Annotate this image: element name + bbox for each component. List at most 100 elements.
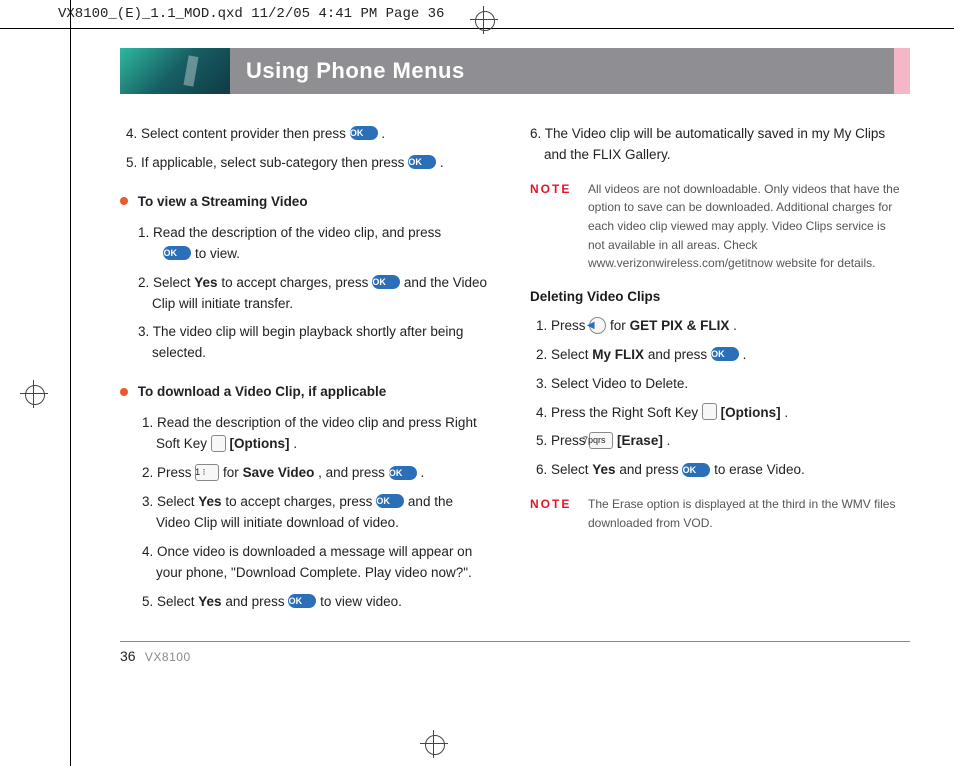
step-a2: 2. Select Yes to accept charges, press O… bbox=[138, 273, 490, 315]
note-label: NOTE bbox=[530, 495, 574, 532]
text: 2. Press bbox=[142, 465, 195, 480]
step-c6: 6. Select Yes and press OK to erase Vide… bbox=[536, 460, 900, 481]
text: to accept charges, press bbox=[225, 494, 376, 509]
ok-icon: OK bbox=[389, 466, 417, 480]
ok-icon: OK bbox=[288, 594, 316, 608]
ok-icon: OK bbox=[350, 126, 378, 140]
step-b2: 2. Press 1 ⁝ for Save Video , and press … bbox=[142, 463, 490, 484]
softkey-icon bbox=[211, 435, 226, 452]
text: 1. Press bbox=[536, 318, 589, 333]
ok-icon: OK bbox=[711, 347, 739, 361]
text: . bbox=[440, 155, 444, 170]
bold-save-video: Save Video bbox=[243, 465, 315, 480]
step-a1: 1. Read the description of the video cli… bbox=[138, 223, 490, 265]
step-6: 6. The Video clip will be automatically … bbox=[530, 124, 900, 166]
text: . bbox=[293, 436, 297, 451]
softkey-icon bbox=[702, 403, 717, 420]
left-column: 4. Select content provider then press OK… bbox=[120, 116, 490, 621]
bold-yes: Yes bbox=[194, 275, 217, 290]
bullet-icon bbox=[120, 197, 128, 205]
bold-yes: Yes bbox=[198, 494, 221, 509]
text: 2. Select bbox=[138, 275, 194, 290]
text: to accept charges, press bbox=[221, 275, 372, 290]
banner-bar: Using Phone Menus bbox=[230, 48, 910, 94]
ok-icon: OK bbox=[163, 246, 191, 260]
right-column: 6. The Video clip will be automatically … bbox=[530, 116, 900, 621]
bold-options: [Options] bbox=[721, 405, 781, 420]
text: and press bbox=[225, 594, 288, 609]
ok-icon: OK bbox=[408, 155, 436, 169]
text: 2. Select bbox=[536, 347, 592, 362]
ok-icon: OK bbox=[682, 463, 710, 477]
text: . bbox=[784, 405, 788, 420]
bold-yes: Yes bbox=[592, 462, 615, 477]
note-2: NOTE The Erase option is displayed at th… bbox=[530, 495, 900, 532]
text: . bbox=[381, 126, 385, 141]
step-c2: 2. Select My FLIX and press OK . bbox=[536, 345, 900, 366]
page-footer: 36 VX8100 bbox=[120, 641, 910, 664]
note-1: NOTE All videos are not downloadable. On… bbox=[530, 180, 900, 273]
step-c1: 1. Press ◀ for GET PIX & FLIX . bbox=[536, 316, 900, 337]
text: to view. bbox=[195, 246, 240, 261]
ok-icon: OK bbox=[372, 275, 400, 289]
step-c5: 5. Press 7pqrs [Erase] . bbox=[536, 431, 900, 452]
registration-mark-left bbox=[20, 380, 48, 408]
bold-my-flix: My FLIX bbox=[592, 347, 644, 362]
step-c3: 3. Select Video to Delete. bbox=[536, 374, 900, 395]
subhead-deleting: Deleting Video Clips bbox=[530, 287, 900, 308]
note-text: All videos are not downloadable. Only vi… bbox=[588, 180, 900, 273]
section-banner: Using Phone Menus bbox=[120, 48, 910, 94]
ok-icon: OK bbox=[376, 494, 404, 508]
text: 4. Select content provider then press bbox=[126, 126, 350, 141]
step-b3: 3. Select Yes to accept charges, press O… bbox=[142, 492, 490, 534]
bold-erase: [Erase] bbox=[617, 433, 663, 448]
step-b1: 1. Read the description of the video cli… bbox=[142, 413, 490, 455]
text: 3. Select bbox=[142, 494, 198, 509]
model-name: VX8100 bbox=[145, 650, 191, 664]
text: . bbox=[743, 347, 747, 362]
bold-get-pix-flix: GET PIX & FLIX bbox=[630, 318, 730, 333]
text: to view video. bbox=[320, 594, 402, 609]
step-b4: 4. Once video is downloaded a message wi… bbox=[142, 542, 490, 584]
tab-marker bbox=[894, 48, 910, 94]
text: . bbox=[420, 465, 424, 480]
nav-left-icon: ◀ bbox=[589, 317, 606, 334]
step-5: 5. If applicable, select sub-category th… bbox=[126, 153, 490, 174]
text: To view a Streaming Video bbox=[138, 194, 308, 209]
text: 5. Select bbox=[142, 594, 198, 609]
step-a3: 3. The video clip will begin playback sh… bbox=[138, 322, 490, 364]
step-b5: 5. Select Yes and press OK to view video… bbox=[142, 592, 490, 613]
subhead-download: To download a Video Clip, if applicable bbox=[120, 382, 490, 403]
text: 4. Press the Right Soft Key bbox=[536, 405, 702, 420]
bullet-icon bbox=[120, 388, 128, 396]
text: 6. Select bbox=[536, 462, 592, 477]
text: to erase Video. bbox=[714, 462, 805, 477]
step-c4: 4. Press the Right Soft Key [Options] . bbox=[536, 403, 900, 424]
registration-mark-top bbox=[470, 6, 498, 34]
note-label: NOTE bbox=[530, 180, 574, 273]
text: 1. Read the description of the video cli… bbox=[138, 225, 441, 240]
page-body: Using Phone Menus 4. Select content prov… bbox=[120, 48, 910, 736]
subhead-streaming: To view a Streaming Video bbox=[120, 192, 490, 213]
text: for bbox=[223, 465, 243, 480]
text: and press bbox=[619, 462, 682, 477]
text: . bbox=[733, 318, 737, 333]
bold-options: [Options] bbox=[230, 436, 290, 451]
banner-photo bbox=[120, 48, 230, 94]
key-7-icon: 7pqrs bbox=[589, 432, 613, 449]
text: 1. Read the description of the video cli… bbox=[142, 415, 477, 451]
text: 5. If applicable, select sub-category th… bbox=[126, 155, 408, 170]
frame-line bbox=[70, 0, 71, 766]
banner-title: Using Phone Menus bbox=[246, 58, 465, 84]
note-text: The Erase option is displayed at the thi… bbox=[588, 495, 900, 532]
text: To download a Video Clip, if applicable bbox=[138, 384, 387, 399]
text: , and press bbox=[318, 465, 389, 480]
text: and press bbox=[648, 347, 711, 362]
bold-yes: Yes bbox=[198, 594, 221, 609]
text: for bbox=[610, 318, 630, 333]
page-number: 36 bbox=[120, 648, 136, 664]
step-4: 4. Select content provider then press OK… bbox=[126, 124, 490, 145]
text: . bbox=[667, 433, 671, 448]
key-1-icon: 1 ⁝ bbox=[195, 464, 219, 481]
text: 5. Press bbox=[536, 433, 589, 448]
